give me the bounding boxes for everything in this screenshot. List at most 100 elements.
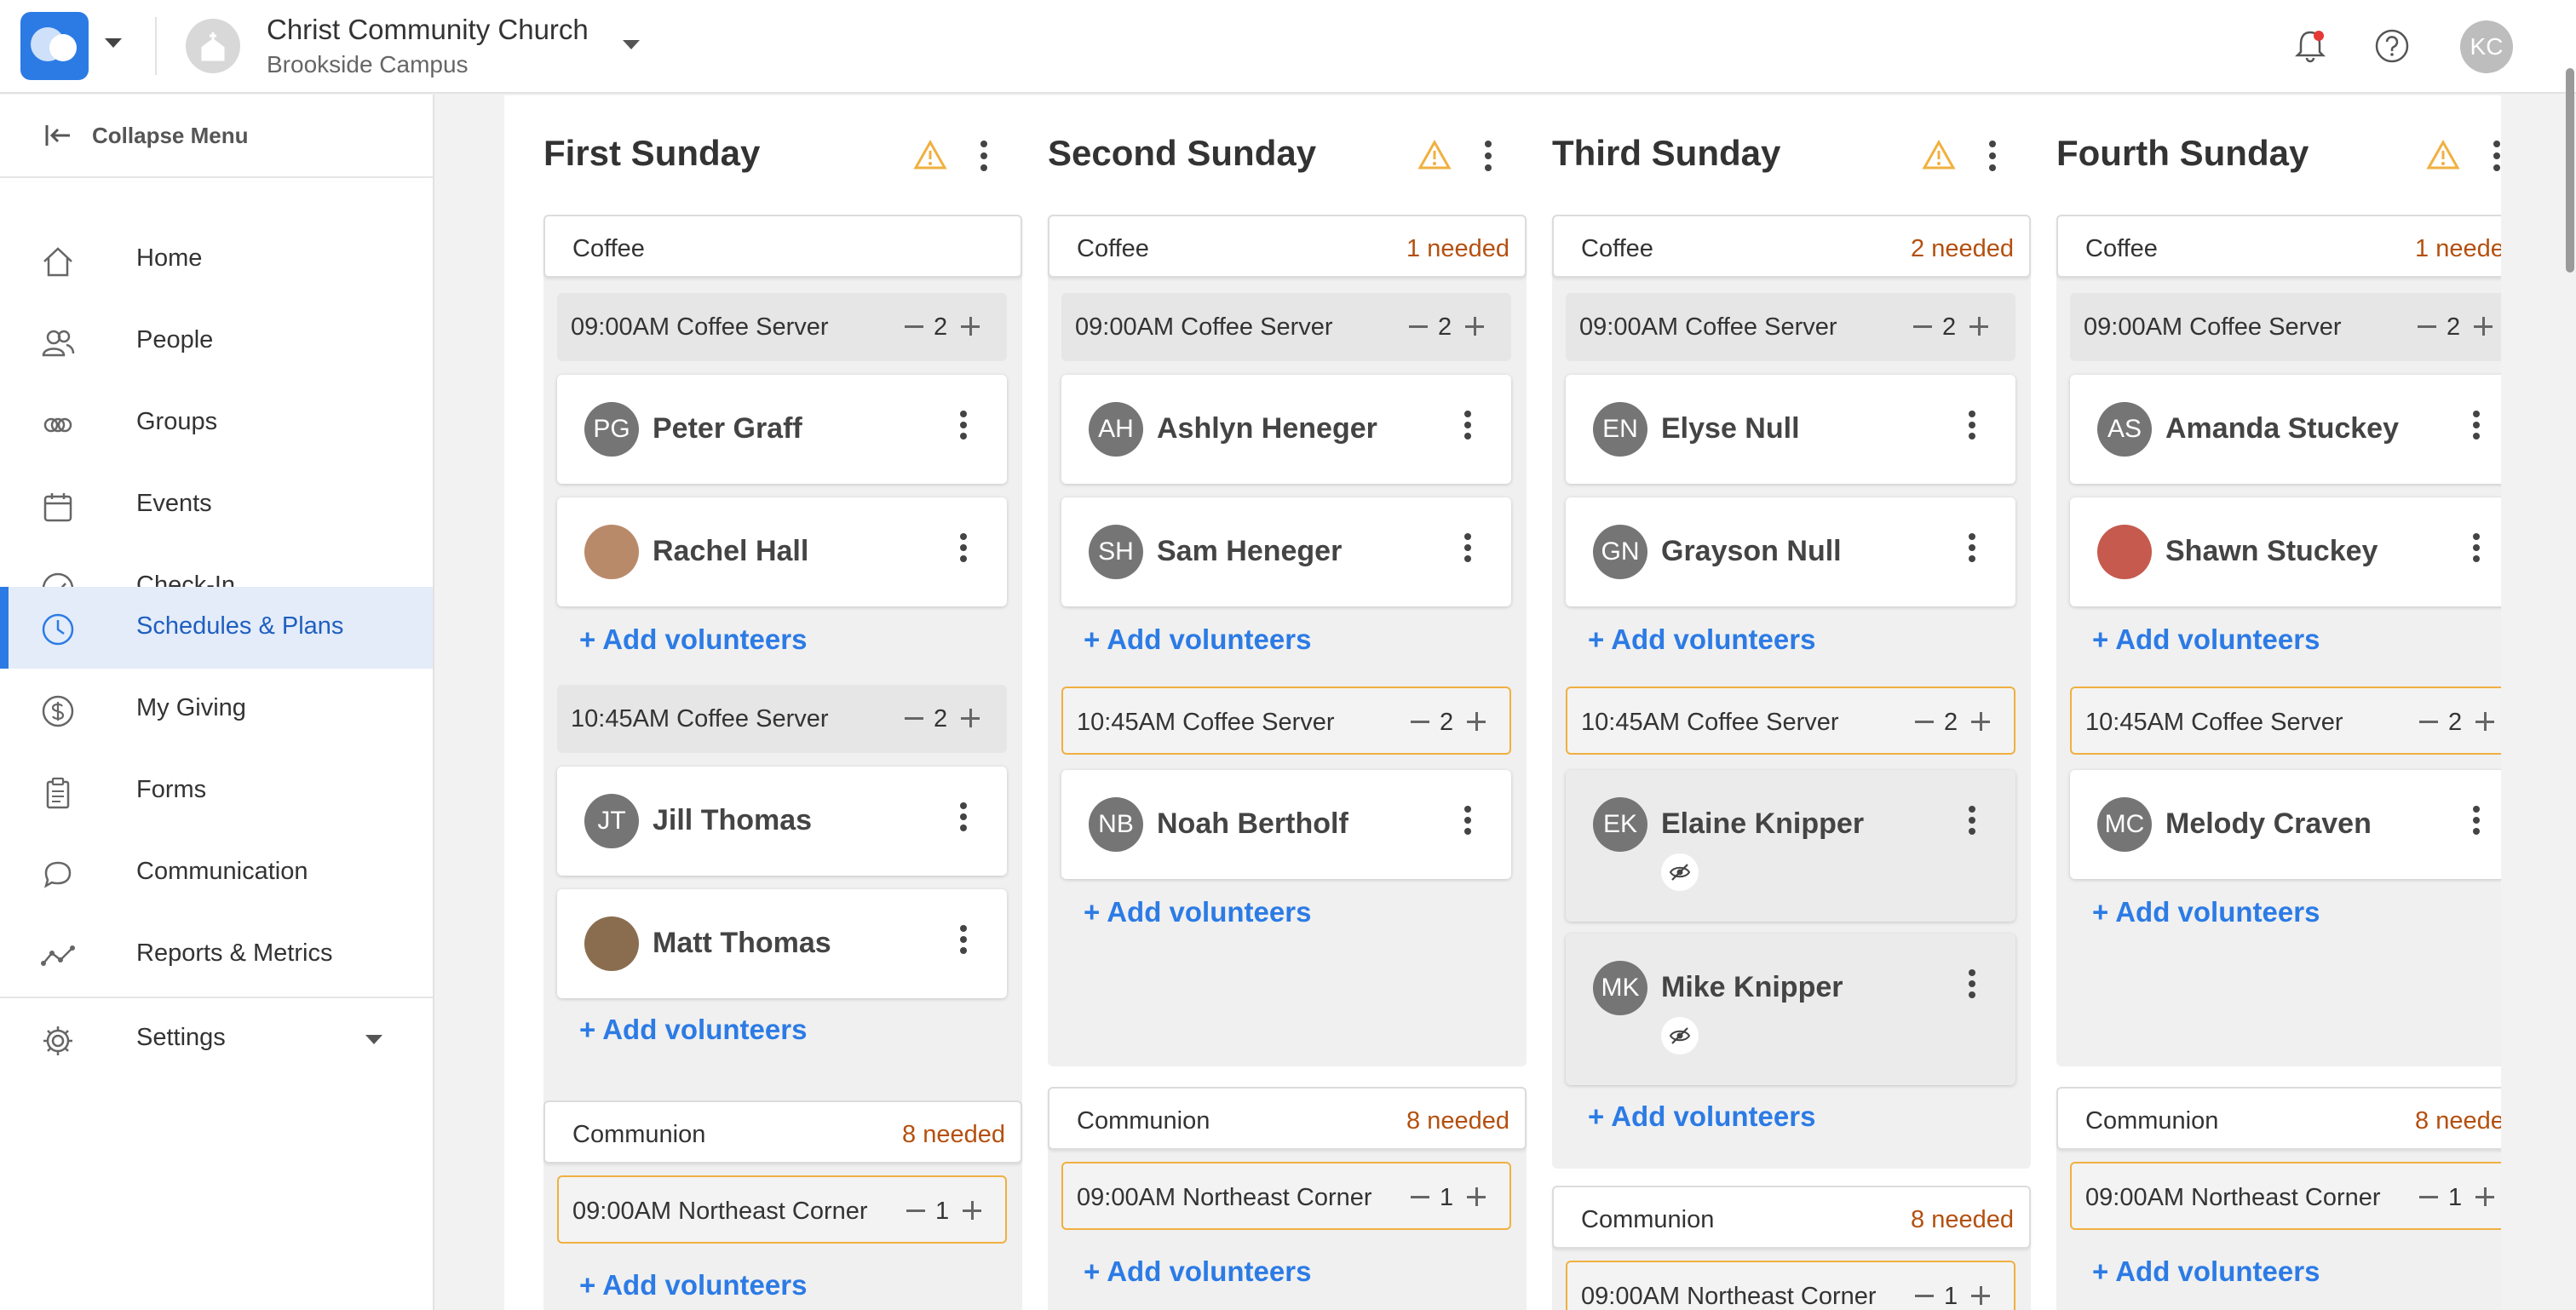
shift-slot[interactable]: 09:00AM Coffee Server 2	[2070, 293, 2501, 361]
volunteer-menu-icon[interactable]	[1968, 969, 1976, 998]
shift-slot[interactable]: 09:00AM Coffee Server 2	[1061, 293, 1511, 361]
sidebar-item-my-giving[interactable]: My Giving	[0, 669, 433, 750]
increment-button[interactable]	[1971, 712, 1990, 731]
volunteer-card[interactable]: Rachel Hall	[557, 497, 1007, 606]
decrement-button[interactable]	[1411, 721, 1429, 723]
increment-button[interactable]	[2475, 1187, 2494, 1206]
section-header[interactable]: Communion 8 needed	[1048, 1087, 1527, 1150]
increment-button[interactable]	[2474, 317, 2493, 336]
increment-button[interactable]	[1971, 1286, 1990, 1305]
shift-slot[interactable]: 09:00AM Northeast Corner 1	[1566, 1261, 2015, 1310]
section-header[interactable]: Coffee 2 needed	[1552, 215, 2031, 278]
sidebar-item-communication[interactable]: Communication	[0, 832, 433, 914]
section-header[interactable]: Coffee 1 needed	[2056, 215, 2501, 278]
shift-slot[interactable]: 09:00AM Northeast Corner 1	[1061, 1162, 1511, 1230]
column-menu-icon[interactable]	[1484, 140, 1492, 172]
sidebar-item-events[interactable]: Events	[0, 464, 433, 546]
warning-icon[interactable]	[913, 140, 947, 170]
increment-button[interactable]	[961, 317, 980, 336]
column-menu-icon[interactable]	[980, 140, 988, 172]
shift-slot[interactable]: 09:00AM Northeast Corner 1	[557, 1175, 1007, 1244]
volunteer-card[interactable]: Matt Thomas	[557, 889, 1007, 998]
decrement-button[interactable]	[1411, 1196, 1429, 1198]
add-volunteers-link[interactable]: + Add volunteers	[1084, 623, 1311, 656]
shift-slot[interactable]: 09:00AM Coffee Server 2	[1566, 293, 2015, 361]
shift-slot[interactable]: 10:45AM Coffee Server 2	[1061, 687, 1511, 755]
shift-slot[interactable]: 09:00AM Coffee Server 2	[557, 293, 1007, 361]
volunteer-card[interactable]: PG Peter Graff	[557, 375, 1007, 484]
volunteer-card[interactable]: JT Jill Thomas	[557, 767, 1007, 876]
decrement-button[interactable]	[906, 1209, 925, 1212]
volunteer-card[interactable]: SH Sam Heneger	[1061, 497, 1511, 606]
volunteer-card[interactable]: MC Melody Craven	[2070, 770, 2501, 879]
sidebar-item-schedules-plans[interactable]: Schedules & Plans	[0, 587, 433, 669]
volunteer-menu-icon[interactable]	[959, 802, 968, 831]
user-avatar[interactable]: KC	[2460, 20, 2513, 73]
volunteer-menu-icon[interactable]	[1968, 806, 1976, 835]
decrement-button[interactable]	[905, 717, 923, 720]
increment-button[interactable]	[961, 709, 980, 727]
section-header[interactable]: Communion 8 needed	[2056, 1087, 2501, 1150]
chevron-down-icon[interactable]	[622, 39, 641, 51]
section-header[interactable]: Coffee	[543, 215, 1022, 278]
shift-slot[interactable]: 10:45AM Coffee Server 2	[1566, 687, 2015, 755]
warning-icon[interactable]	[2426, 140, 2460, 170]
shift-slot[interactable]: 10:45AM Coffee Server 2	[557, 685, 1007, 753]
collapse-menu-button[interactable]: Collapse Menu	[0, 95, 433, 178]
volunteer-card[interactable]: MK Mike Knipper	[1566, 934, 2015, 1085]
shift-slot[interactable]: 10:45AM Coffee Server 2	[2070, 687, 2501, 755]
increment-button[interactable]	[1465, 317, 1484, 336]
column-menu-icon[interactable]	[2493, 140, 2501, 172]
volunteer-card[interactable]: AH Ashlyn Heneger	[1061, 375, 1511, 484]
increment-button[interactable]	[1467, 1187, 1486, 1206]
column-menu-icon[interactable]	[1988, 140, 1997, 172]
volunteer-menu-icon[interactable]	[959, 533, 968, 562]
sidebar-item-home[interactable]: Home	[0, 219, 433, 301]
increment-button[interactable]	[963, 1201, 981, 1220]
sidebar-item-forms[interactable]: Forms	[0, 750, 433, 832]
help-icon[interactable]	[2373, 27, 2411, 65]
decrement-button[interactable]	[2419, 1196, 2438, 1198]
volunteer-menu-icon[interactable]	[959, 411, 968, 440]
volunteer-menu-icon[interactable]	[1463, 411, 1472, 440]
add-volunteers-link[interactable]: + Add volunteers	[579, 623, 807, 656]
warning-icon[interactable]	[1417, 140, 1452, 170]
increment-button[interactable]	[2475, 712, 2494, 731]
volunteer-card[interactable]: Shawn Stuckey	[2070, 497, 2501, 606]
add-volunteers-link[interactable]: + Add volunteers	[1084, 896, 1311, 928]
add-volunteers-link[interactable]: + Add volunteers	[579, 1269, 807, 1301]
section-header[interactable]: Communion 8 needed	[543, 1100, 1022, 1163]
decrement-button[interactable]	[2418, 325, 2436, 328]
app-switcher-caret-icon[interactable]	[104, 37, 123, 49]
volunteer-menu-icon[interactable]	[2472, 533, 2481, 562]
section-header[interactable]: Communion 8 needed	[1552, 1186, 2031, 1249]
volunteer-menu-icon[interactable]	[1463, 806, 1472, 835]
volunteer-menu-icon[interactable]	[2472, 806, 2481, 835]
organization-name[interactable]: Christ Community Church	[267, 14, 589, 46]
volunteer-menu-icon[interactable]	[2472, 411, 2481, 440]
volunteer-menu-icon[interactable]	[1463, 533, 1472, 562]
sidebar-item-people[interactable]: People	[0, 301, 433, 382]
volunteer-menu-icon[interactable]	[1968, 411, 1976, 440]
warning-icon[interactable]	[1922, 140, 1956, 170]
increment-button[interactable]	[1467, 712, 1486, 731]
volunteer-menu-icon[interactable]	[1968, 533, 1976, 562]
decrement-button[interactable]	[1913, 325, 1932, 328]
sidebar-item-settings[interactable]: Settings	[0, 998, 433, 1080]
increment-button[interactable]	[1969, 317, 1988, 336]
decrement-button[interactable]	[905, 325, 923, 328]
sidebar-item-reports-metrics[interactable]: Reports & Metrics	[0, 914, 433, 996]
sidebar-item-groups[interactable]: Groups	[0, 382, 433, 464]
add-volunteers-link[interactable]: + Add volunteers	[2092, 1255, 2320, 1288]
app-logo[interactable]	[20, 12, 89, 80]
volunteer-card[interactable]: EK Elaine Knipper	[1566, 770, 2015, 922]
decrement-button[interactable]	[1409, 325, 1428, 328]
add-volunteers-link[interactable]: + Add volunteers	[1588, 1100, 1815, 1133]
volunteer-card[interactable]: AS Amanda Stuckey	[2070, 375, 2501, 484]
notification-bell-icon[interactable]	[2291, 27, 2329, 65]
volunteer-card[interactable]: EN Elyse Null	[1566, 375, 2015, 484]
add-volunteers-link[interactable]: + Add volunteers	[2092, 896, 2320, 928]
section-header[interactable]: Coffee 1 needed	[1048, 215, 1527, 278]
decrement-button[interactable]	[2419, 721, 2438, 723]
volunteer-card[interactable]: NB Noah Bertholf	[1061, 770, 1511, 879]
